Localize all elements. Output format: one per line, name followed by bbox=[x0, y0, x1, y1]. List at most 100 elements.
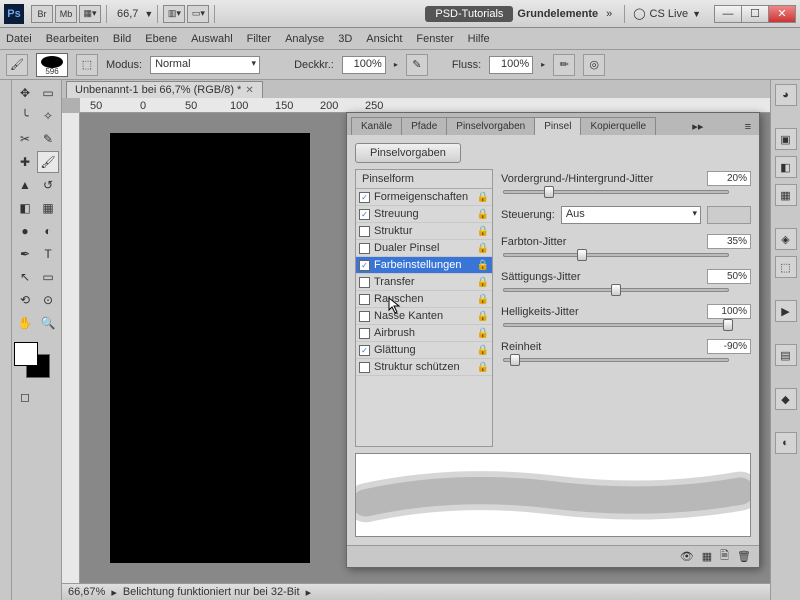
cslive-button[interactable]: CS Live bbox=[650, 8, 689, 20]
history-brush-tool[interactable]: ↺ bbox=[37, 174, 59, 196]
lock-icon[interactable]: 🔒 bbox=[477, 328, 489, 339]
panel-menu-icon[interactable]: ≡ bbox=[741, 119, 755, 135]
shape-tool[interactable]: ▭ bbox=[37, 266, 59, 288]
minimize-button[interactable]: — bbox=[714, 5, 742, 23]
close-icon[interactable]: ✕ bbox=[245, 85, 253, 96]
workspace-more-icon[interactable]: » bbox=[606, 8, 612, 20]
brush-tool[interactable]: 🖌 bbox=[37, 151, 59, 173]
zoom-dropdown-icon[interactable]: ▼ bbox=[144, 9, 153, 19]
tab-pinselvorgaben[interactable]: Pinselvorgaben bbox=[446, 117, 535, 135]
color-panel-icon[interactable]: ◕ bbox=[775, 84, 797, 106]
3d-tool[interactable]: ⟲ bbox=[14, 289, 36, 311]
brush-presets-button[interactable]: Pinselvorgaben bbox=[355, 143, 461, 163]
menu-hilfe[interactable]: Hilfe bbox=[468, 33, 490, 45]
menu-ansicht[interactable]: Ansicht bbox=[366, 33, 402, 45]
minibridge-button[interactable]: Mb bbox=[55, 5, 77, 23]
lock-icon[interactable]: 🔒 bbox=[477, 277, 489, 288]
crop-tool[interactable]: ✂ bbox=[14, 128, 36, 150]
arrange-button[interactable]: ▥▾ bbox=[163, 5, 185, 23]
setting-transfer[interactable]: Transfer🔒 bbox=[356, 274, 492, 291]
rail-icon-5[interactable]: ⬚ bbox=[775, 256, 797, 278]
heal-tool[interactable]: ✚ bbox=[14, 151, 36, 173]
fluss-value[interactable]: 100% bbox=[489, 56, 533, 74]
setting-airbrush[interactable]: Airbrush🔒 bbox=[356, 325, 492, 342]
brush-preview[interactable]: 596 bbox=[36, 53, 68, 77]
pressure-size-icon[interactable]: ◎ bbox=[583, 54, 605, 76]
modus-dropdown[interactable]: Normal bbox=[150, 56, 260, 74]
marquee-tool[interactable]: ▭ bbox=[37, 82, 59, 104]
footer-doc-icon[interactable]: 🗎 bbox=[720, 547, 729, 566]
saettigung-slider[interactable] bbox=[503, 288, 729, 292]
rail-icon-7[interactable]: ▤ bbox=[775, 344, 797, 366]
menu-datei[interactable]: Datei bbox=[6, 33, 32, 45]
wand-tool[interactable]: ✧ bbox=[37, 105, 59, 127]
list-header[interactable]: Pinselform bbox=[356, 170, 492, 189]
checkbox[interactable]: ✓ bbox=[359, 345, 370, 356]
checkbox[interactable]: ✓ bbox=[359, 209, 370, 220]
airbrush-icon[interactable]: ✏ bbox=[553, 54, 575, 76]
setting-streuung[interactable]: ✓Streuung🔒 bbox=[356, 206, 492, 223]
tab-kopierquelle[interactable]: Kopierquelle bbox=[580, 117, 656, 135]
cslive-dropdown-icon[interactable]: ▼ bbox=[692, 9, 701, 19]
quickmask-tool[interactable]: ◻ bbox=[14, 386, 36, 408]
workspace-psd-tutorials[interactable]: PSD-Tutorials bbox=[425, 6, 513, 22]
checkbox[interactable] bbox=[359, 362, 370, 373]
checkbox[interactable] bbox=[359, 294, 370, 305]
checkbox[interactable] bbox=[359, 311, 370, 322]
rail-icon-1[interactable]: ▣ bbox=[775, 128, 797, 150]
lock-icon[interactable]: 🔒 bbox=[477, 226, 489, 237]
setting-rauschen[interactable]: Rauschen🔒 bbox=[356, 291, 492, 308]
menu-bild[interactable]: Bild bbox=[113, 33, 131, 45]
checkbox[interactable] bbox=[359, 328, 370, 339]
footer-toggle-icon[interactable]: 👁 bbox=[680, 550, 694, 563]
pressure-opacity-icon[interactable]: ✎ bbox=[406, 54, 428, 76]
checkbox[interactable]: ✓ bbox=[359, 192, 370, 203]
menu-ebene[interactable]: Ebene bbox=[145, 33, 177, 45]
blur-tool[interactable]: ● bbox=[14, 220, 36, 242]
brush-panel-toggle[interactable]: ⬚ bbox=[76, 54, 98, 76]
panel-collapse-icon[interactable]: ▸▸ bbox=[688, 118, 707, 135]
checkbox[interactable] bbox=[359, 277, 370, 288]
helligkeit-value[interactable]: 100% bbox=[707, 304, 751, 319]
camera-tool[interactable]: ⊙ bbox=[37, 289, 59, 311]
checkbox[interactable]: ✓ bbox=[359, 260, 370, 271]
maximize-button[interactable]: ☐ bbox=[741, 5, 769, 23]
fgbg-value[interactable]: 20% bbox=[707, 171, 751, 186]
farbton-slider[interactable] bbox=[503, 253, 729, 257]
artboard[interactable] bbox=[110, 133, 310, 563]
deck-flyout-icon[interactable]: ▸ bbox=[394, 60, 398, 69]
foreground-swatch[interactable] bbox=[14, 342, 38, 366]
lock-icon[interactable]: 🔒 bbox=[477, 209, 489, 220]
lock-icon[interactable]: 🔒 bbox=[477, 362, 489, 373]
lasso-tool[interactable]: ╰ bbox=[14, 105, 36, 127]
workspace-grundelemente[interactable]: Grundelemente bbox=[517, 8, 598, 20]
menu-3d[interactable]: 3D bbox=[338, 33, 352, 45]
setting-glättung[interactable]: ✓Glättung🔒 bbox=[356, 342, 492, 359]
eraser-tool[interactable]: ◧ bbox=[14, 197, 36, 219]
rail-icon-2[interactable]: ◧ bbox=[775, 156, 797, 178]
screen-mode-button[interactable]: ▦▾ bbox=[79, 5, 101, 23]
rail-icon-8[interactable]: ◆ bbox=[775, 388, 797, 410]
farbton-value[interactable]: 35% bbox=[707, 234, 751, 249]
reinheit-value[interactable]: -90% bbox=[707, 339, 751, 354]
rail-icon-4[interactable]: ◈ bbox=[775, 228, 797, 250]
setting-nasse-kanten[interactable]: Nasse Kanten🔒 bbox=[356, 308, 492, 325]
fluss-flyout-icon[interactable]: ▸ bbox=[541, 60, 545, 69]
setting-struktur[interactable]: Struktur🔒 bbox=[356, 223, 492, 240]
tab-pfade[interactable]: Pfade bbox=[401, 117, 447, 135]
rail-icon-3[interactable]: ▦ bbox=[775, 184, 797, 206]
saettigung-value[interactable]: 50% bbox=[707, 269, 751, 284]
menu-auswahl[interactable]: Auswahl bbox=[191, 33, 233, 45]
lock-icon[interactable]: 🔒 bbox=[477, 260, 489, 271]
dodge-tool[interactable]: ◐ bbox=[37, 220, 59, 242]
color-swatches[interactable] bbox=[14, 342, 54, 382]
footer-trash-icon[interactable]: 🗑 bbox=[737, 550, 751, 563]
checkbox[interactable] bbox=[359, 226, 370, 237]
type-tool[interactable]: T bbox=[37, 243, 59, 265]
setting-formeigenschaften[interactable]: ✓Formeigenschaften🔒 bbox=[356, 189, 492, 206]
lock-icon[interactable]: 🔒 bbox=[477, 345, 489, 356]
helligkeit-slider[interactable] bbox=[503, 323, 729, 327]
zoom-tool[interactable]: 🔍 bbox=[37, 312, 59, 334]
move-tool[interactable]: ✥ bbox=[14, 82, 36, 104]
hand-tool[interactable]: ✋ bbox=[14, 312, 36, 334]
